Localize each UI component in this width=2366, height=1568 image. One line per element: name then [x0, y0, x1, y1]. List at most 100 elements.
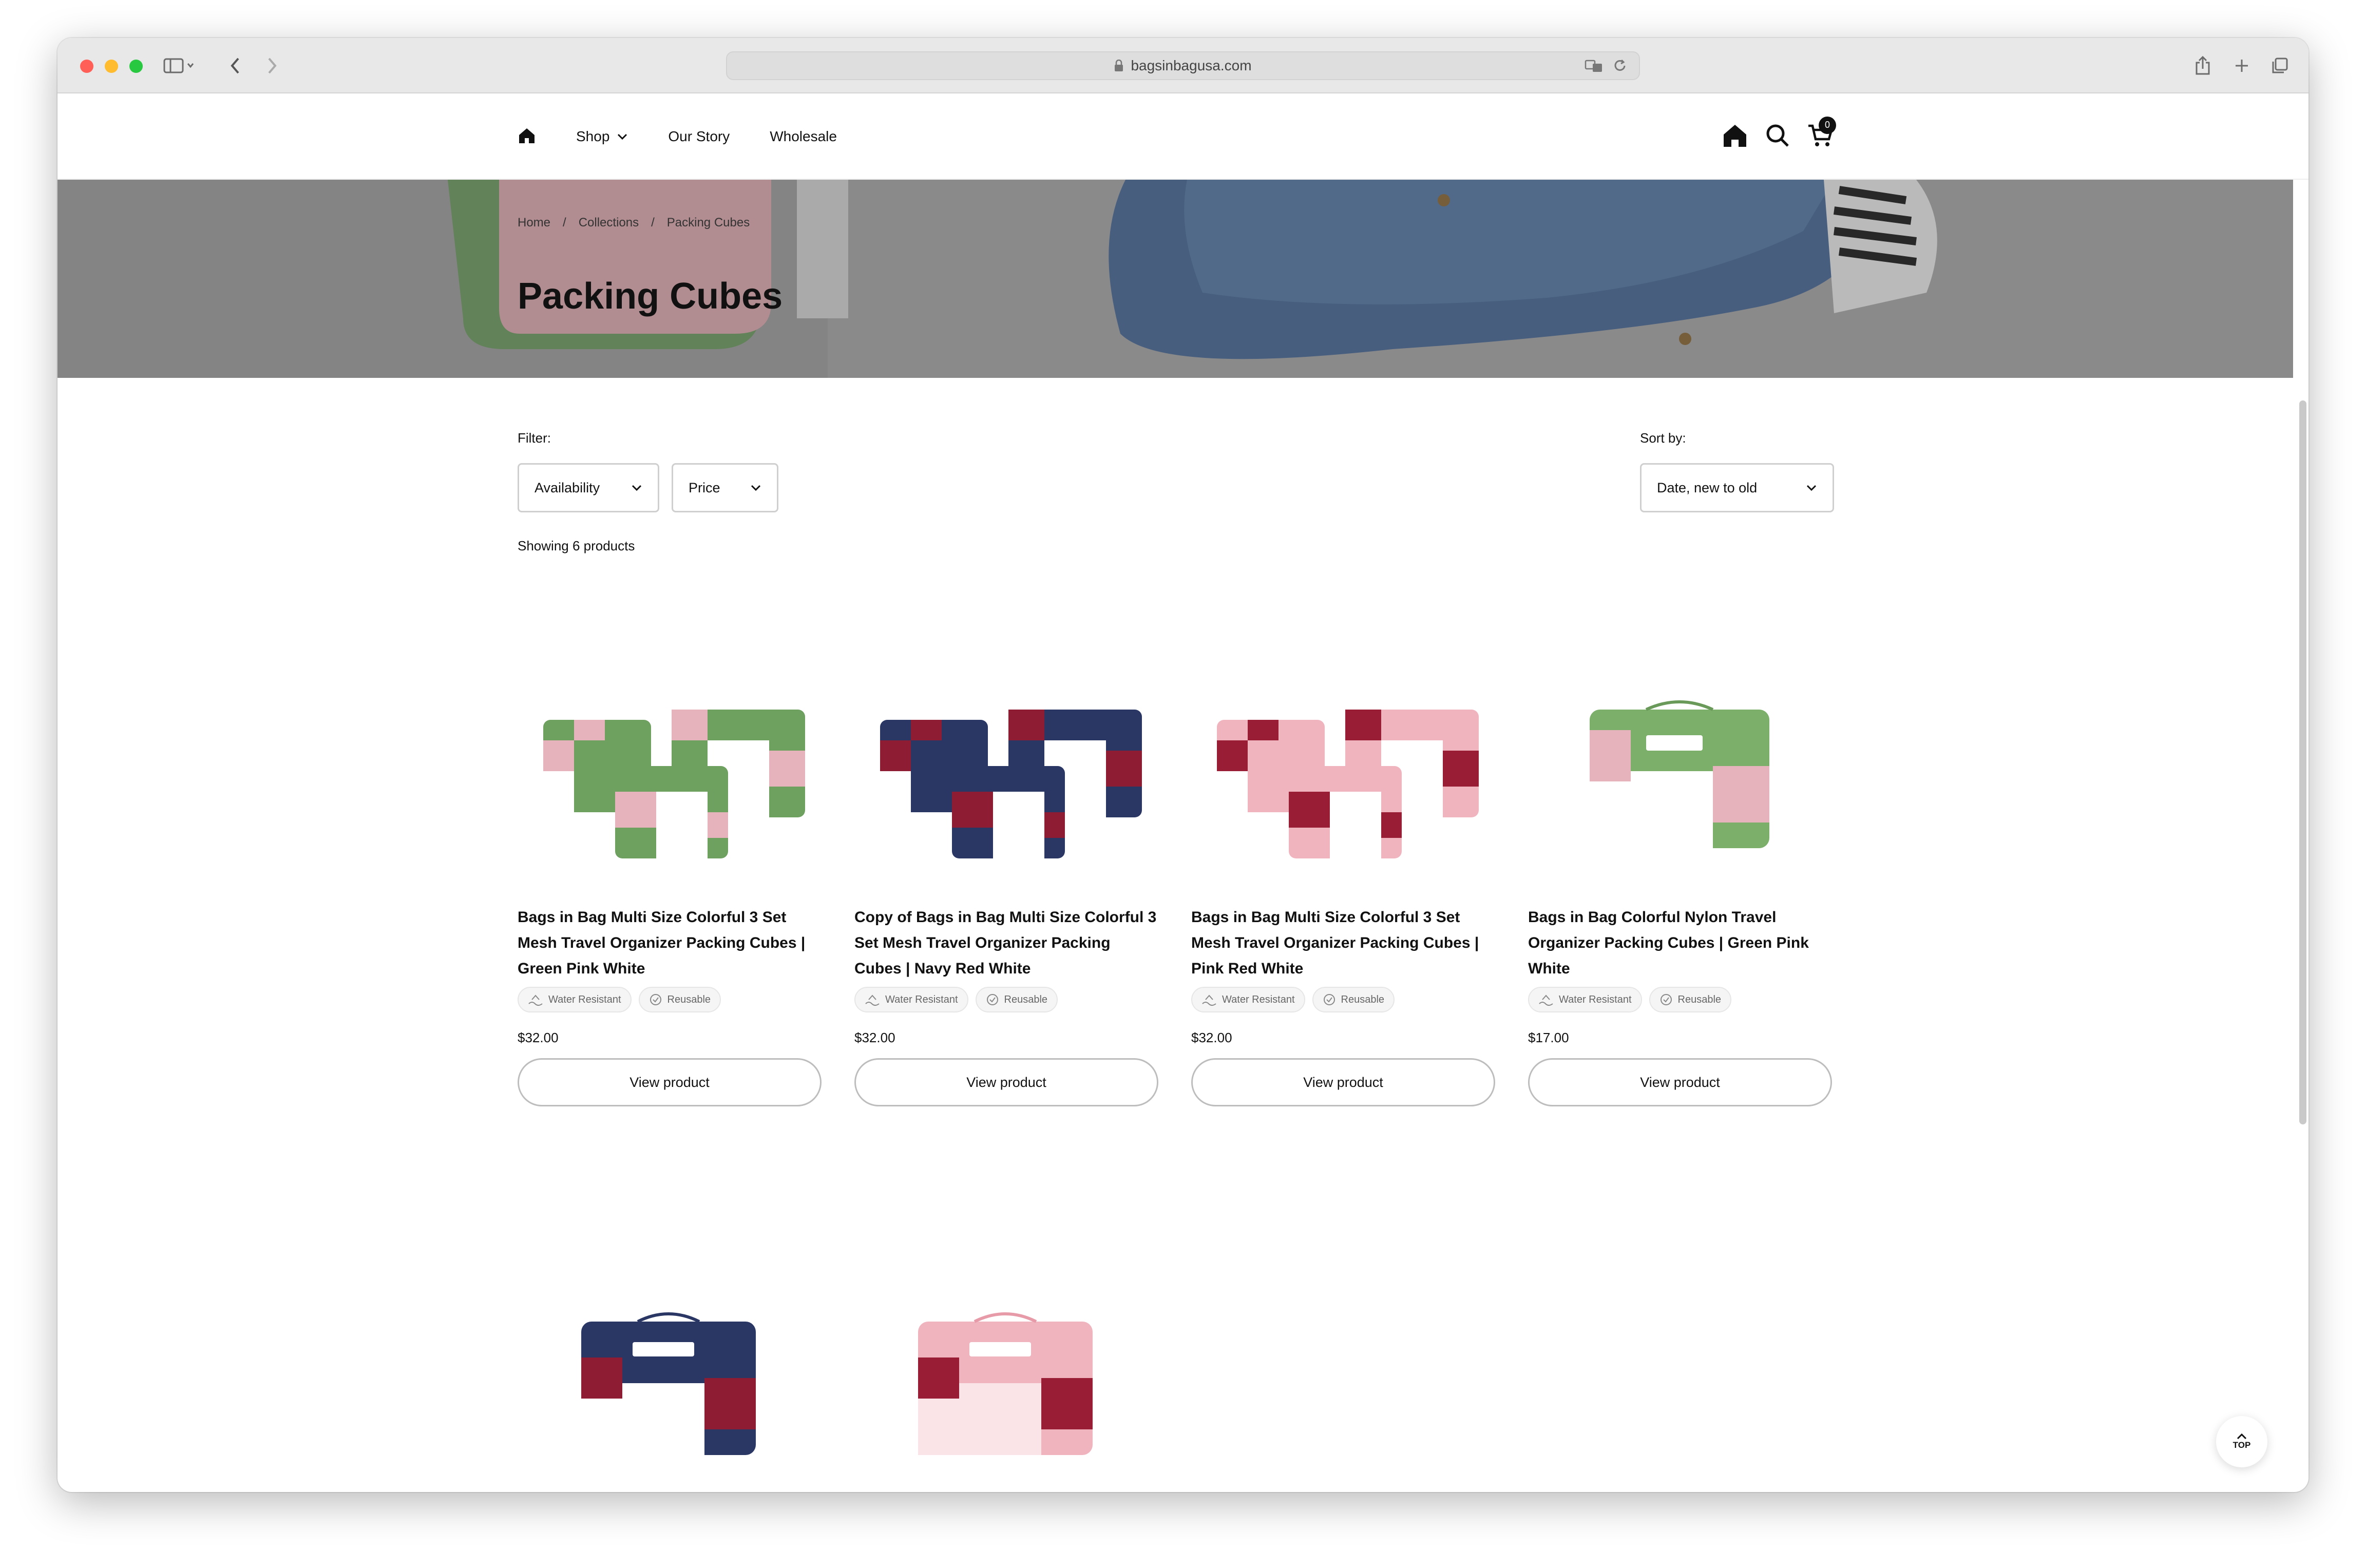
breadcrumb-separator: /: [563, 216, 566, 230]
sort-select[interactable]: Date, new to old: [1640, 463, 1834, 512]
address-bar[interactable]: bagsinbagusa.com: [726, 51, 1640, 80]
water-resistant-icon: [1539, 995, 1553, 1006]
breadcrumb: Home / Collections / Packing Cubes: [518, 216, 750, 230]
sort-label: Sort by:: [1640, 430, 1686, 446]
nav-wholesale-label: Wholesale: [770, 128, 837, 144]
product-title[interactable]: Bags in Bag Multi Size Colorful 3 Set Me…: [518, 905, 822, 982]
product-card[interactable]: Bags in Bag Multi Size Colorful 3 Set Me…: [1191, 607, 1495, 1106]
product-count: Showing 6 products: [518, 538, 635, 553]
back-to-top-button[interactable]: TOP: [2216, 1416, 2267, 1467]
product-image[interactable]: [518, 607, 822, 905]
browser-toolbar: bagsinbagusa.com: [58, 38, 2308, 93]
close-window-button[interactable]: [80, 60, 93, 73]
reusable-badge: Reusable: [1312, 987, 1395, 1012]
nav-our-story-label: Our Story: [668, 128, 730, 144]
view-product-button[interactable]: View product: [1528, 1058, 1832, 1106]
water-resistant-icon: [865, 995, 880, 1006]
view-product-button[interactable]: View product: [518, 1058, 822, 1106]
water-resistant-badge: Water Resistant: [518, 987, 632, 1012]
sidebar-toggle-icon[interactable]: [158, 53, 199, 78]
price-filter-label: Price: [689, 480, 720, 495]
account-home-icon[interactable]: [1722, 123, 1748, 151]
filter-label: Filter:: [518, 430, 551, 446]
product-card[interactable]: [854, 1209, 1158, 1455]
page-scrollbar[interactable]: [2299, 400, 2306, 1124]
chevron-down-icon: [632, 485, 642, 491]
product-card[interactable]: Bags in Bag Colorful Nylon Travel Organi…: [1528, 607, 1832, 1106]
product-image[interactable]: [854, 607, 1158, 905]
reusable-badge: Reusable: [975, 987, 1058, 1012]
reusable-icon: [650, 994, 661, 1005]
breadcrumb-separator: /: [651, 216, 655, 230]
product-image[interactable]: [1528, 607, 1832, 905]
tab-overview-icon[interactable]: [2265, 53, 2294, 78]
nav-shop-label: Shop: [576, 128, 610, 144]
forward-icon[interactable]: [258, 53, 287, 78]
product-card[interactable]: [518, 1209, 822, 1455]
nav-wholesale[interactable]: Wholesale: [770, 128, 837, 145]
availability-filter-label: Availability: [535, 480, 600, 495]
window-controls: [80, 60, 143, 73]
product-price: $32.00: [1191, 1030, 1232, 1045]
view-product-button[interactable]: View product: [854, 1058, 1158, 1106]
product-price: $32.00: [518, 1030, 559, 1045]
reusable-icon: [986, 994, 998, 1005]
breadcrumb-current: Packing Cubes: [666, 216, 750, 230]
url-text: bagsinbagusa.com: [1131, 58, 1252, 73]
lock-icon: [1115, 60, 1123, 71]
packing-cube-image: [918, 1312, 1093, 1455]
browser-window: bagsinbagusa.com Shop Our Story Wholesal…: [58, 38, 2308, 1492]
packing-cube-image: [1590, 700, 1769, 848]
cart-button[interactable]: 0: [1807, 116, 1836, 150]
back-icon[interactable]: [221, 53, 250, 78]
reusable-icon: [1660, 994, 1672, 1005]
minimize-window-button[interactable]: [105, 60, 118, 73]
back-to-top-label: TOP: [2233, 1440, 2251, 1450]
product-card[interactable]: Bags in Bag Multi Size Colorful 3 Set Me…: [518, 607, 822, 1106]
reusable-badge: Reusable: [638, 987, 721, 1012]
reusable-badge: Reusable: [1649, 987, 1732, 1012]
availability-filter[interactable]: Availability: [518, 463, 659, 512]
product-price: $17.00: [1528, 1030, 1569, 1045]
collection-hero: Home / Collections / Packing Cubes Packi…: [58, 180, 2293, 378]
product-title[interactable]: Copy of Bags in Bag Multi Size Colorful …: [854, 905, 1158, 982]
product-card[interactable]: Copy of Bags in Bag Multi Size Colorful …: [854, 607, 1158, 1106]
translate-icon[interactable]: [1585, 59, 1605, 74]
chevron-up-icon: [2237, 1433, 2247, 1440]
chevron-down-icon: [751, 485, 761, 491]
home-icon[interactable]: [518, 126, 536, 147]
search-icon[interactable]: [1765, 123, 1790, 150]
product-price: $32.00: [854, 1030, 895, 1045]
product-image[interactable]: [518, 1209, 822, 1455]
chevron-down-icon: [618, 133, 627, 140]
packing-cube-image: [581, 1312, 756, 1455]
product-image[interactable]: [1191, 607, 1495, 905]
sort-select-value: Date, new to old: [1657, 480, 1758, 495]
product-title[interactable]: Bags in Bag Colorful Nylon Travel Organi…: [1528, 905, 1832, 982]
packing-cubes-image: [543, 710, 805, 858]
chevron-down-icon: [1806, 485, 1817, 491]
reusable-icon: [1323, 994, 1335, 1005]
packing-cubes-image: [1217, 710, 1479, 858]
water-resistant-icon: [528, 995, 543, 1006]
zoom-window-button[interactable]: [129, 60, 143, 73]
water-resistant-badge: Water Resistant: [1528, 987, 1642, 1012]
new-tab-icon[interactable]: [2227, 53, 2256, 78]
share-icon[interactable]: [2188, 53, 2217, 78]
water-resistant-icon: [1202, 995, 1216, 1006]
packing-cubes-image: [880, 710, 1142, 858]
nav-shop[interactable]: Shop: [576, 128, 628, 145]
site-header: Shop Our Story Wholesale 0: [58, 93, 2308, 180]
cart-count-badge: 0: [1819, 116, 1836, 134]
nav-our-story[interactable]: Our Story: [668, 128, 730, 145]
water-resistant-badge: Water Resistant: [1191, 987, 1305, 1012]
product-image[interactable]: [854, 1209, 1158, 1455]
price-filter[interactable]: Price: [672, 463, 778, 512]
product-title[interactable]: Bags in Bag Multi Size Colorful 3 Set Me…: [1191, 905, 1495, 982]
page-title: Packing Cubes: [518, 276, 783, 317]
water-resistant-badge: Water Resistant: [854, 987, 968, 1012]
breadcrumb-collections[interactable]: Collections: [579, 216, 639, 230]
view-product-button[interactable]: View product: [1191, 1058, 1495, 1106]
breadcrumb-home[interactable]: Home: [518, 216, 550, 230]
reload-icon[interactable]: [1612, 59, 1628, 74]
